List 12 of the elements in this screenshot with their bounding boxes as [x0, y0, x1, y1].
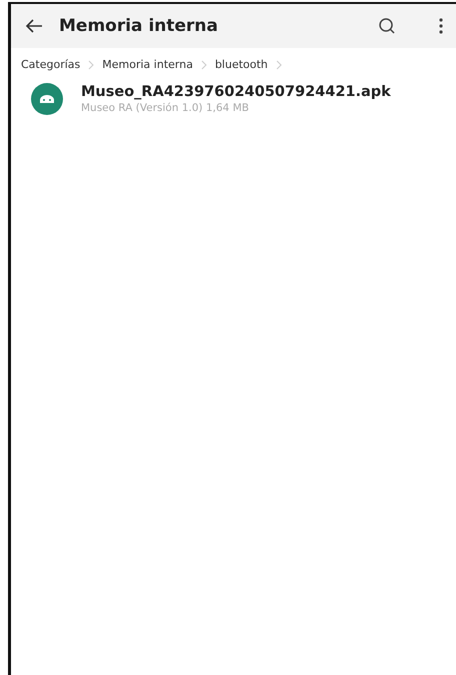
breadcrumb[interactable]: Memoria interna	[102, 58, 193, 71]
file-details: Museo RA (Versión 1.0) 1,64 MB	[81, 102, 250, 114]
chevron-icon	[88, 60, 94, 70]
search-icon[interactable]	[378, 17, 396, 35]
breadcrumb[interactable]: Categorías	[21, 58, 80, 71]
chevron-icon	[200, 60, 207, 70]
file-name[interactable]: Museo_RA4239760240507924421.apk	[81, 84, 391, 100]
breadcrumb[interactable]: bluetooth	[214, 58, 268, 71]
back-icon[interactable]	[25, 19, 43, 33]
chevron-icon	[276, 60, 282, 70]
android-app-icon	[31, 83, 63, 115]
screen-title: Memoria interna	[59, 16, 219, 36]
